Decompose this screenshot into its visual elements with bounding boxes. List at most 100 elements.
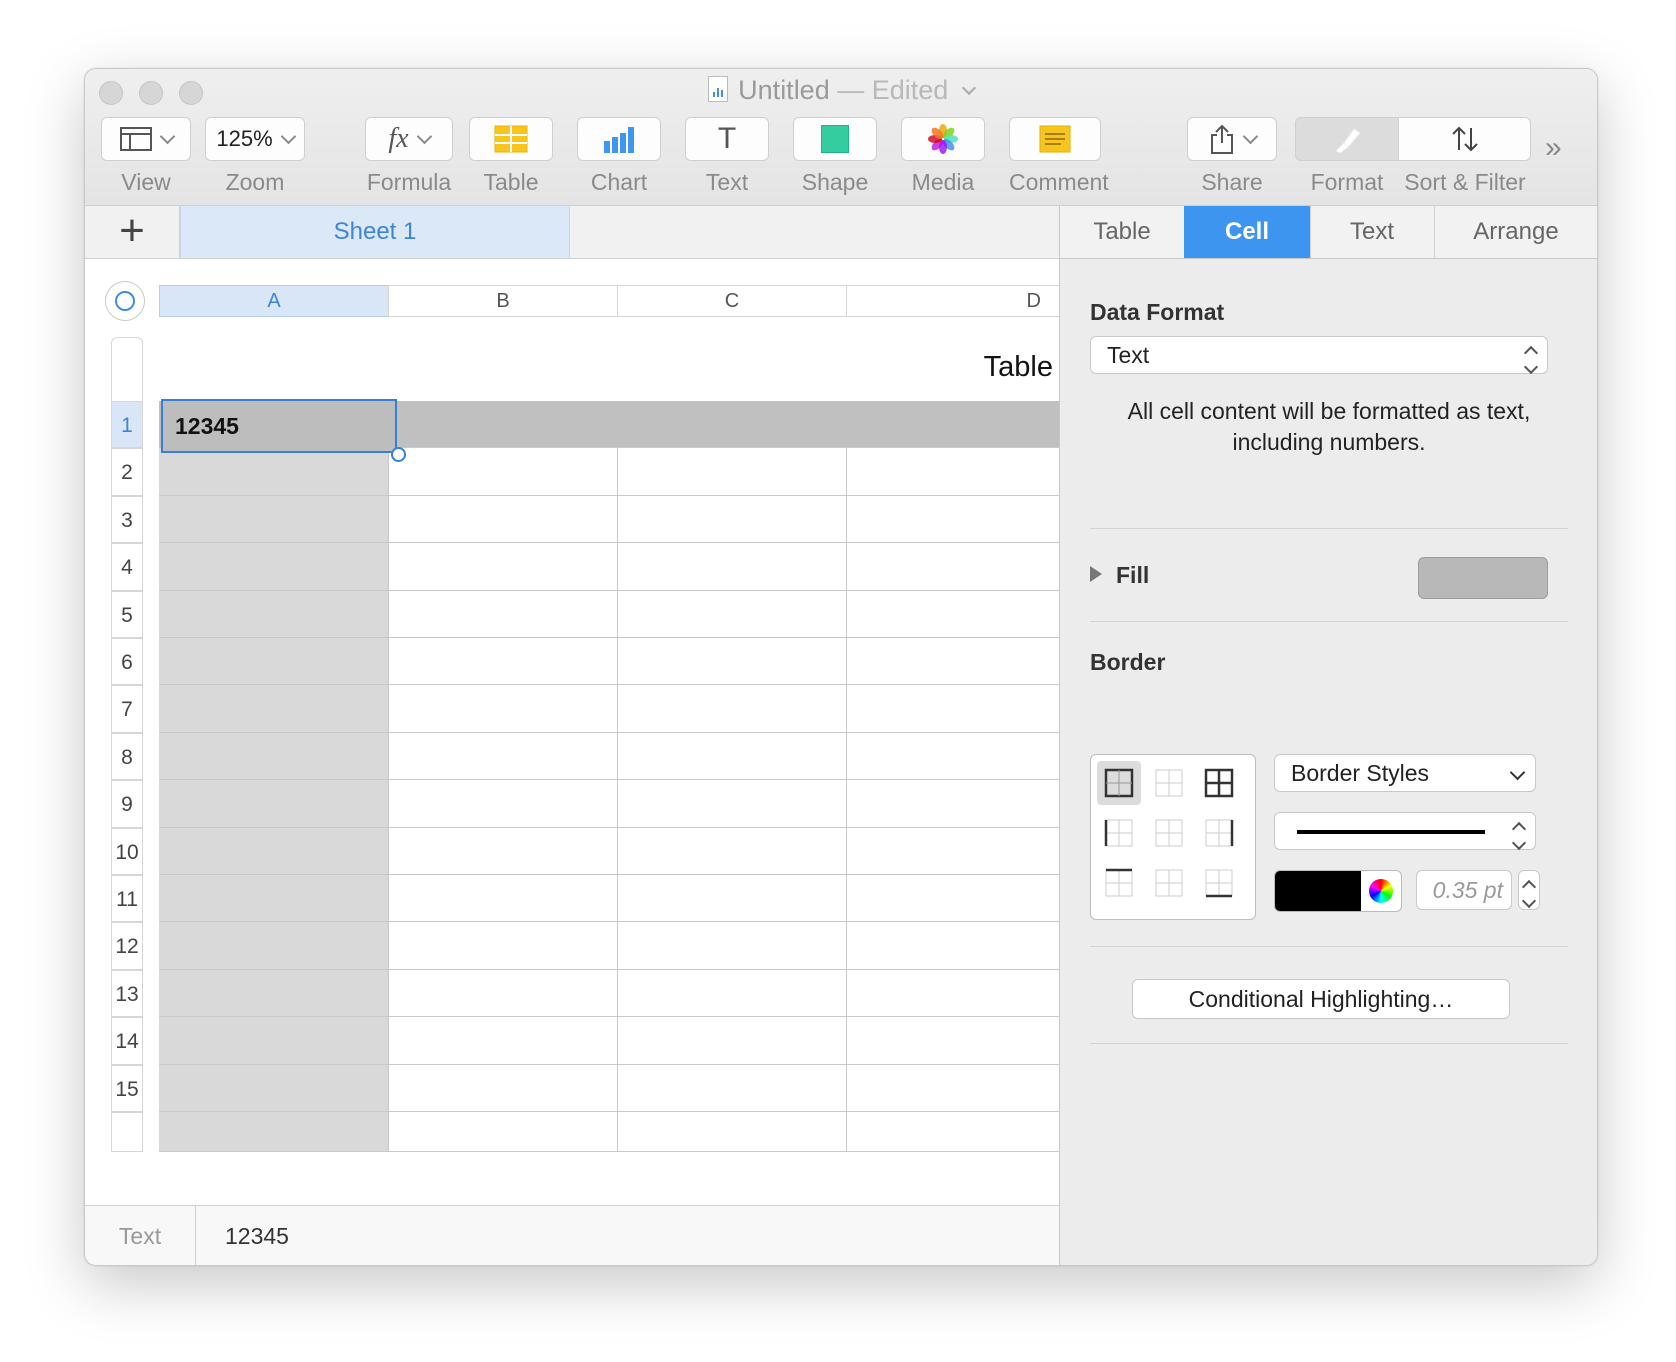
border-all-icon[interactable]: [1204, 768, 1234, 798]
table-cell[interactable]: [617, 969, 847, 1018]
table-cell[interactable]: [846, 970, 1059, 1018]
chart-button[interactable]: Chart: [577, 117, 661, 196]
row-header[interactable]: 10: [111, 827, 143, 875]
row-header[interactable]: 1: [111, 401, 143, 449]
table-cell[interactable]: [159, 1112, 389, 1152]
table-cell[interactable]: [388, 685, 618, 733]
table-cell[interactable]: [159, 827, 389, 875]
table-cell[interactable]: [159, 732, 389, 781]
table-cell[interactable]: [159, 638, 389, 686]
border-horizontal-center-icon[interactable]: [1154, 868, 1184, 898]
column-header-d[interactable]: D: [846, 285, 1059, 317]
table-cell[interactable]: [846, 1017, 1059, 1065]
row-header[interactable]: 12: [111, 922, 143, 970]
row-header[interactable]: 9: [111, 780, 143, 828]
tab-arrange[interactable]: Arrange: [1434, 206, 1597, 258]
tab-table[interactable]: Table: [1060, 206, 1185, 258]
formula-button[interactable]: fx Formula: [365, 117, 453, 196]
table-cell[interactable]: [846, 780, 1059, 828]
row-header[interactable]: 7: [111, 685, 143, 733]
media-button[interactable]: Media: [901, 117, 985, 196]
table-cell[interactable]: [617, 448, 847, 496]
table-cell[interactable]: [159, 495, 389, 544]
text-button[interactable]: T Text: [685, 117, 769, 196]
table-cell[interactable]: [388, 638, 618, 686]
border-color-well[interactable]: [1274, 870, 1402, 912]
row-header[interactable]: 4: [111, 543, 143, 591]
zoom-button[interactable]: 125% Zoom: [205, 117, 305, 196]
table-cell[interactable]: [159, 969, 389, 1018]
view-button[interactable]: View: [101, 117, 191, 196]
table-cell[interactable]: [159, 780, 389, 828]
column-header-a[interactable]: A: [159, 285, 389, 317]
sheet-tab[interactable]: Sheet 1: [180, 206, 570, 258]
border-inside-icon[interactable]: [1154, 768, 1184, 798]
table-cell[interactable]: [617, 543, 847, 591]
table-cell[interactable]: [388, 543, 618, 591]
row-header[interactable]: 3: [111, 495, 143, 544]
border-width-field[interactable]: 0.35 pt: [1416, 870, 1512, 910]
border-top-icon[interactable]: [1104, 868, 1134, 898]
row-header[interactable]: 8: [111, 732, 143, 781]
spreadsheet-canvas[interactable]: A B C D Table 1 2 3 4 5 6 7 8 9 10 11 12 13 14 15 1234…: [85, 259, 1059, 1205]
add-sheet-button[interactable]: +: [85, 206, 180, 258]
border-styles-popup[interactable]: Border Styles: [1274, 754, 1536, 792]
table-cell[interactable]: [846, 828, 1059, 875]
table-cell[interactable]: [617, 827, 847, 875]
table-cell[interactable]: [617, 780, 847, 828]
row-header[interactable]: 14: [111, 1017, 143, 1065]
row-header[interactable]: 5: [111, 590, 143, 638]
table-cell[interactable]: [617, 1017, 847, 1065]
table-cell[interactable]: [846, 543, 1059, 591]
table-cell[interactable]: [617, 732, 847, 781]
data-format-popup[interactable]: Text: [1090, 336, 1548, 375]
table-cell[interactable]: [388, 1017, 618, 1065]
table-cell[interactable]: [388, 969, 618, 1018]
table-cell[interactable]: [388, 401, 618, 449]
more-toolbar-items-icon[interactable]: »: [1545, 131, 1562, 165]
border-bottom-icon[interactable]: [1204, 868, 1234, 898]
table-cell[interactable]: [617, 495, 847, 544]
border-left-icon[interactable]: [1104, 818, 1134, 848]
table-cell[interactable]: [617, 1112, 847, 1152]
border-vertical-center-icon[interactable]: [1154, 818, 1184, 848]
table-cell[interactable]: [617, 685, 847, 733]
cell-resize-handle[interactable]: [391, 447, 406, 462]
table-cell[interactable]: [846, 496, 1059, 544]
table-cell[interactable]: [846, 591, 1059, 638]
table-cell[interactable]: [846, 875, 1059, 923]
table-cell[interactable]: [159, 590, 389, 638]
table-cell[interactable]: [159, 448, 389, 496]
column-header-b[interactable]: B: [388, 285, 618, 317]
table-cell[interactable]: [846, 401, 1059, 449]
table-cell[interactable]: [846, 638, 1059, 686]
formula-input[interactable]: 12345: [225, 1206, 289, 1265]
table-cell[interactable]: [388, 732, 618, 781]
active-cell-a1[interactable]: 12345: [161, 399, 397, 453]
border-right-icon[interactable]: [1204, 818, 1234, 848]
table-title[interactable]: Table: [984, 351, 1053, 384]
table-cell[interactable]: [846, 922, 1059, 970]
border-width-stepper[interactable]: [1518, 870, 1540, 910]
table-cell[interactable]: [159, 875, 389, 923]
table-cell[interactable]: [388, 1064, 618, 1112]
border-all-outside-icon[interactable]: [1104, 768, 1134, 798]
table-cell[interactable]: [388, 922, 618, 970]
fill-disclosure[interactable]: Fill: [1090, 562, 1149, 589]
table-cell[interactable]: [846, 1112, 1059, 1152]
select-table-handle[interactable]: [105, 281, 145, 321]
table-cell[interactable]: [846, 685, 1059, 733]
share-button[interactable]: Share: [1187, 117, 1277, 196]
table-cell[interactable]: [159, 922, 389, 970]
table-button[interactable]: Table: [469, 117, 553, 196]
table-cell[interactable]: [388, 875, 618, 923]
row-header[interactable]: 2: [111, 448, 143, 496]
table-cell[interactable]: [846, 448, 1059, 496]
border-line-style-popup[interactable]: [1274, 812, 1536, 851]
color-wheel-icon[interactable]: [1369, 879, 1393, 903]
comment-button[interactable]: Comment: [1009, 117, 1109, 196]
tab-cell[interactable]: Cell: [1184, 206, 1311, 258]
table-cell[interactable]: [846, 1065, 1059, 1112]
row-header[interactable]: 13: [111, 969, 143, 1018]
row-header[interactable]: 6: [111, 638, 143, 686]
